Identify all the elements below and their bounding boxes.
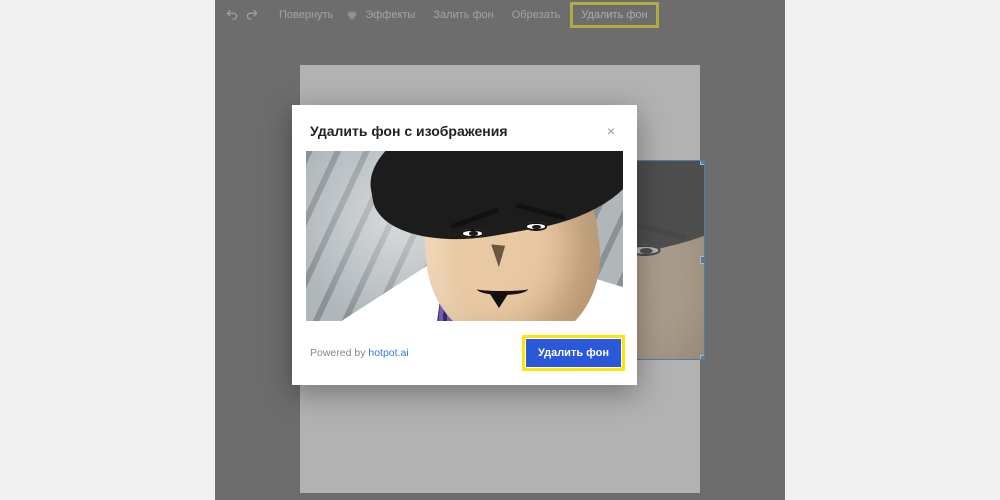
effects-icon bbox=[343, 6, 361, 24]
modal-footer: Powered by hotpot.ai Удалить фон bbox=[292, 321, 637, 385]
top-toolbar: Повернуть Эффекты Залить фон Обрезать Уд… bbox=[215, 0, 785, 30]
modal-title: Удалить фон с изображения bbox=[310, 123, 508, 139]
close-icon[interactable]: × bbox=[603, 121, 619, 141]
toolbar-rotate[interactable]: Повернуть bbox=[271, 5, 341, 25]
powered-by: Powered by hotpot.ai bbox=[310, 347, 409, 359]
modal-preview-image bbox=[306, 151, 623, 321]
resize-handle[interactable] bbox=[700, 256, 705, 264]
undo-icon[interactable] bbox=[223, 6, 241, 24]
toolbar-crop[interactable]: Обрезать bbox=[504, 5, 569, 25]
resize-handle[interactable] bbox=[700, 355, 705, 360]
remove-bg-button[interactable]: Удалить фон bbox=[526, 339, 621, 367]
toolbar-remove-bg[interactable]: Удалить фон bbox=[570, 2, 658, 28]
remove-bg-modal: Удалить фон с изображения × Powered by h… bbox=[292, 105, 637, 385]
toolbar-fill-bg[interactable]: Залить фон bbox=[425, 5, 501, 25]
redo-icon[interactable] bbox=[243, 6, 261, 24]
hotpot-link[interactable]: hotpot.ai bbox=[368, 347, 408, 359]
resize-handle[interactable] bbox=[700, 160, 705, 165]
toolbar-effects[interactable]: Эффекты bbox=[363, 5, 423, 25]
modal-header: Удалить фон с изображения × bbox=[292, 105, 637, 151]
